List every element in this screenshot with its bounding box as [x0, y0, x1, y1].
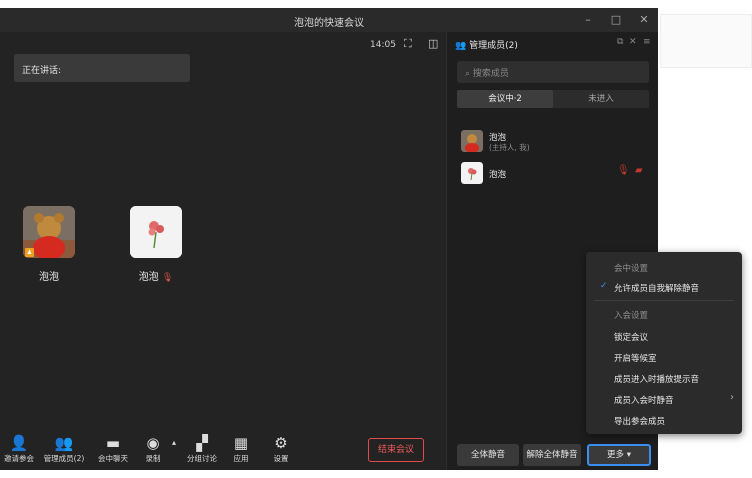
participant-name-text: 泡泡	[138, 272, 159, 283]
layout-icon[interactable]: ◫	[428, 37, 438, 50]
menu-item-join-sound[interactable]: 成员进入时播放提示音	[614, 373, 699, 385]
search-icon: ⌕	[465, 69, 471, 79]
menu-item-export[interactable]: 导出参会成员	[614, 415, 665, 427]
flower-avatar-icon	[130, 206, 182, 258]
member-name: 泡泡	[489, 170, 507, 180]
meeting-toolbar: 👤 邀请参会 👥 管理成员(2) ▬ 会中聊天 ◉ 录制 ▴ ▞ 分组讨论 ▦ …	[0, 432, 446, 470]
participant-name: 泡泡	[39, 272, 59, 283]
apps-button[interactable]: ▦ 应用	[226, 434, 256, 464]
chevron-up-icon: ▴	[171, 438, 176, 447]
check-icon: ✓	[600, 281, 608, 291]
menu-section-in-meeting: 会中设置	[614, 264, 649, 274]
menu-icon[interactable]: ≡	[643, 37, 651, 47]
close-button[interactable]: ✕	[636, 12, 652, 28]
invite-button[interactable]: 👤 邀请参会	[2, 434, 36, 464]
manage-members-button[interactable]: 👥 管理成员(2)	[38, 434, 90, 464]
member-row[interactable]: 泡泡 🎙 ▰	[461, 162, 651, 190]
mic-muted-icon: 🎙	[161, 273, 174, 283]
menu-item-waiting-room[interactable]: 开启等候室	[614, 352, 657, 364]
menu-item-allow-unmute[interactable]: 允许成员自我解除静音	[614, 282, 699, 294]
maximize-button[interactable]: □	[608, 12, 624, 28]
more-button[interactable]: 更多 ▾	[587, 444, 651, 466]
camera-off-icon[interactable]: ▰	[635, 165, 643, 176]
record-options-button[interactable]: ▴	[170, 434, 178, 454]
unmute-all-button[interactable]: 解除全体静音	[523, 444, 581, 466]
menu-divider	[594, 300, 734, 301]
breakout-button[interactable]: ▞ 分组讨论	[184, 434, 220, 464]
minimize-button[interactable]: –	[580, 12, 596, 28]
more-options-menu: 会中设置 ✓ 允许成员自我解除静音 入会设置 锁定会议 开启等候室 成员进入时播…	[586, 252, 742, 434]
chat-icon: ▬	[105, 434, 121, 452]
search-input[interactable]: ⌕ 搜索成员	[457, 61, 649, 83]
breakout-icon: ▞	[196, 434, 208, 452]
settings-button[interactable]: ⚙ 设置	[266, 434, 296, 464]
menu-item-lock[interactable]: 锁定会议	[614, 331, 648, 343]
member-role: (主持人, 我)	[489, 143, 530, 152]
title-bar: 泡泡的快速会议 – □ ✕	[0, 8, 658, 32]
flower-avatar-icon	[461, 162, 483, 184]
chat-button[interactable]: ▬ 会中聊天	[96, 434, 130, 464]
meeting-time: 14:05	[370, 40, 396, 50]
members-icon: 👥	[54, 434, 74, 452]
bear-avatar-icon	[461, 130, 483, 152]
end-meeting-button[interactable]: 结束会议	[368, 438, 424, 462]
member-tabs: 会议中·2 未进入	[457, 90, 649, 108]
mute-all-button[interactable]: 全体静音	[457, 444, 519, 466]
popout-icon[interactable]: ⧉	[617, 37, 623, 47]
tab-in-meeting[interactable]: 会议中·2	[457, 90, 553, 108]
window-title: 泡泡的快速会议	[294, 18, 364, 29]
record-icon: ◉	[146, 434, 160, 452]
invite-icon: 👤	[9, 434, 29, 452]
tab-not-joined[interactable]: 未进入	[553, 90, 649, 108]
mic-muted-icon[interactable]: 🎙	[617, 165, 630, 176]
background-window	[660, 14, 752, 68]
meeting-window: 泡泡的快速会议 – □ ✕ 14:05 ⛶ ◫ 正在讲话: ♟ 泡泡 泡泡 🎙 …	[0, 8, 658, 470]
panel-title: 👥 管理成员(2)	[455, 41, 518, 51]
speaking-indicator: 正在讲话:	[14, 54, 190, 82]
member-row[interactable]: 泡泡 (主持人, 我)	[461, 130, 651, 158]
video-area: 14:05 ⛶ ◫ 正在讲话: ♟ 泡泡 泡泡 🎙	[0, 32, 446, 432]
close-panel-icon[interactable]: ✕	[629, 37, 637, 47]
members-icon: 👥	[455, 41, 467, 51]
fullscreen-icon[interactable]: ⛶	[404, 37, 412, 51]
participant-name: 泡泡 🎙	[116, 268, 196, 283]
settings-icon: ⚙	[274, 434, 288, 452]
chevron-right-icon: ›	[730, 392, 734, 403]
menu-section-join: 入会设置	[614, 311, 649, 321]
host-badge-icon: ♟	[25, 248, 34, 257]
record-button[interactable]: ◉ 录制	[136, 434, 170, 464]
participant-avatar[interactable]: ♟	[23, 206, 75, 258]
participant-avatar[interactable]	[130, 206, 182, 258]
menu-item-mute-on-join[interactable]: 成员入会时静音	[614, 394, 674, 406]
apps-icon: ▦	[233, 434, 249, 452]
